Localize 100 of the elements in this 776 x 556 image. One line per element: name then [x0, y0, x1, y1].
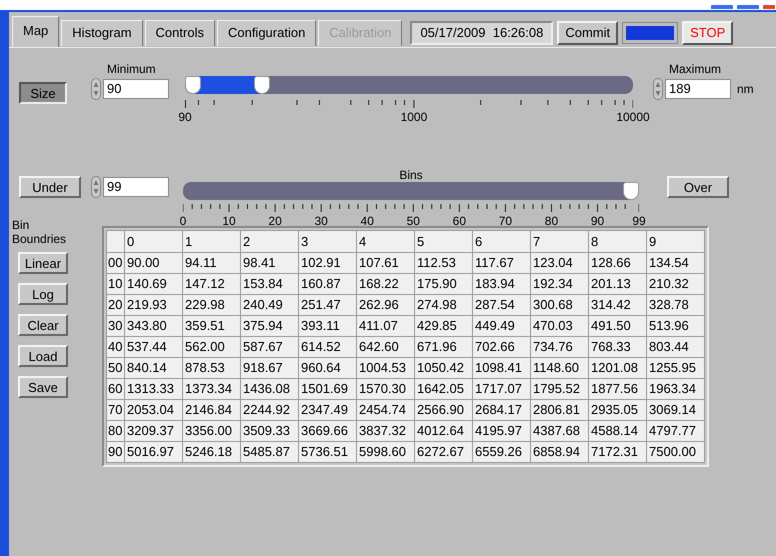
unit-label: nm: [737, 81, 754, 98]
slider-thumb[interactable]: [185, 76, 201, 94]
tab[interactable]: Map: [12, 16, 60, 47]
table-cell: 918.67: [240, 358, 298, 378]
table-cell: 7172.31: [588, 442, 646, 462]
row-header: 20: [106, 294, 124, 316]
table-cell: 5016.97: [124, 442, 182, 462]
table-cell: 4195.97: [472, 420, 530, 442]
minimize-button[interactable]: [710, 4, 734, 10]
number-field[interactable]: 189: [665, 79, 731, 99]
number-field[interactable]: 99: [103, 177, 169, 197]
table-cell: 287.54: [472, 294, 530, 316]
table-cell: 6272.67: [414, 442, 472, 462]
table-cell: 240.49: [240, 294, 298, 316]
tab[interactable]: Histogram: [61, 20, 143, 46]
table-cell: 2684.17: [472, 400, 530, 420]
column-header: 1: [182, 230, 240, 252]
table-cell: 587.67: [240, 336, 298, 358]
row-header: 70: [106, 400, 124, 420]
column-header: 6: [472, 230, 530, 252]
table-cell: 768.33: [588, 336, 646, 358]
under-button[interactable]: Under: [19, 176, 81, 198]
tab[interactable]: Controls: [144, 20, 215, 46]
row-header: 60: [106, 378, 124, 400]
table-cell: 274.98: [414, 294, 472, 316]
table-cell: 102.91: [298, 252, 356, 274]
action-button[interactable]: Save: [18, 376, 68, 398]
table-cell: 192.34: [530, 274, 588, 294]
table-cell: 112.53: [414, 252, 472, 274]
row-header: 80: [106, 420, 124, 442]
table-cell: 3669.66: [298, 420, 356, 442]
number-field[interactable]: 90: [103, 79, 169, 99]
tab[interactable]: Configuration: [216, 20, 316, 46]
over-button[interactable]: Over: [667, 176, 729, 198]
table-cell: 4797.77: [646, 420, 704, 442]
table-cell: 2935.05: [588, 400, 646, 420]
scale-label: 10: [222, 213, 236, 230]
section-label: Bin Boundries: [12, 218, 68, 246]
commit-button[interactable]: Commit: [557, 21, 618, 45]
table-cell: 3356.00: [182, 420, 240, 442]
table-cell: 960.64: [298, 358, 356, 378]
scale-label: 99: [632, 213, 646, 230]
spinner-icon[interactable]: [91, 176, 101, 198]
action-button[interactable]: Linear: [18, 252, 68, 274]
row-header: 40: [106, 336, 124, 358]
scale-label: 50: [406, 213, 420, 230]
table-cell: 1436.08: [240, 378, 298, 400]
table-cell: 4012.64: [414, 420, 472, 442]
table-cell: 491.50: [588, 316, 646, 336]
table-cell: 513.96: [646, 316, 704, 336]
close-button[interactable]: [762, 4, 776, 10]
scale-label: 10000: [616, 109, 650, 126]
slider-thumb[interactable]: [254, 76, 270, 94]
table-cell: 117.67: [472, 252, 530, 274]
slider-thumb[interactable]: [623, 182, 639, 200]
table-cell: 1255.95: [646, 358, 704, 378]
action-button[interactable]: Log: [18, 283, 68, 305]
table-cell: 2347.49: [298, 400, 356, 420]
scale-label: 80: [544, 213, 558, 230]
row-header: 30: [106, 316, 124, 336]
scale-label: 0: [180, 213, 186, 230]
table-cell: 537.44: [124, 336, 182, 358]
scale-label: 90: [178, 109, 192, 126]
column-header: 5: [414, 230, 472, 252]
slider-label: Bins: [399, 167, 423, 182]
table-cell: 878.53: [182, 358, 240, 378]
table-cell: 6559.26: [472, 442, 530, 462]
table-cell: 702.66: [472, 336, 530, 358]
column-header: 0: [124, 230, 182, 252]
table-cell: 429.85: [414, 316, 472, 336]
table-cell: 2806.81: [530, 400, 588, 420]
table-cell: 3209.37: [124, 420, 182, 442]
spinner-icon[interactable]: [653, 78, 663, 100]
table-cell: 1148.60: [530, 358, 588, 378]
table-cell: 393.11: [298, 316, 356, 336]
table-cell: 251.47: [298, 294, 356, 316]
spinner-icon[interactable]: [91, 78, 101, 100]
row-header: 10: [106, 274, 124, 294]
timestamp-display: 05/17/2009 16:26:08: [410, 21, 554, 45]
column-header: 4: [356, 230, 414, 252]
maximize-button[interactable]: [736, 4, 760, 10]
table-cell: 147.12: [182, 274, 240, 294]
table-cell: 1098.41: [472, 358, 530, 378]
action-button[interactable]: Clear: [18, 314, 68, 336]
table-cell: 1373.34: [182, 378, 240, 400]
table-cell: 183.94: [472, 274, 530, 294]
table-cell: 1313.33: [124, 378, 182, 400]
column-header: 9: [646, 230, 704, 252]
table-cell: 642.60: [356, 336, 414, 358]
table-cell: 343.80: [124, 316, 182, 336]
table-cell: 168.22: [356, 274, 414, 294]
table-cell: 1004.53: [356, 358, 414, 378]
table-cell: 2454.74: [356, 400, 414, 420]
scale-label: 20: [268, 213, 282, 230]
size-button[interactable]: Size: [19, 82, 67, 104]
column-header: 8: [588, 230, 646, 252]
action-button[interactable]: Load: [18, 345, 68, 367]
table-cell: 411.07: [356, 316, 414, 336]
table-cell: 4387.68: [530, 420, 588, 442]
table-cell: 1717.07: [472, 378, 530, 400]
